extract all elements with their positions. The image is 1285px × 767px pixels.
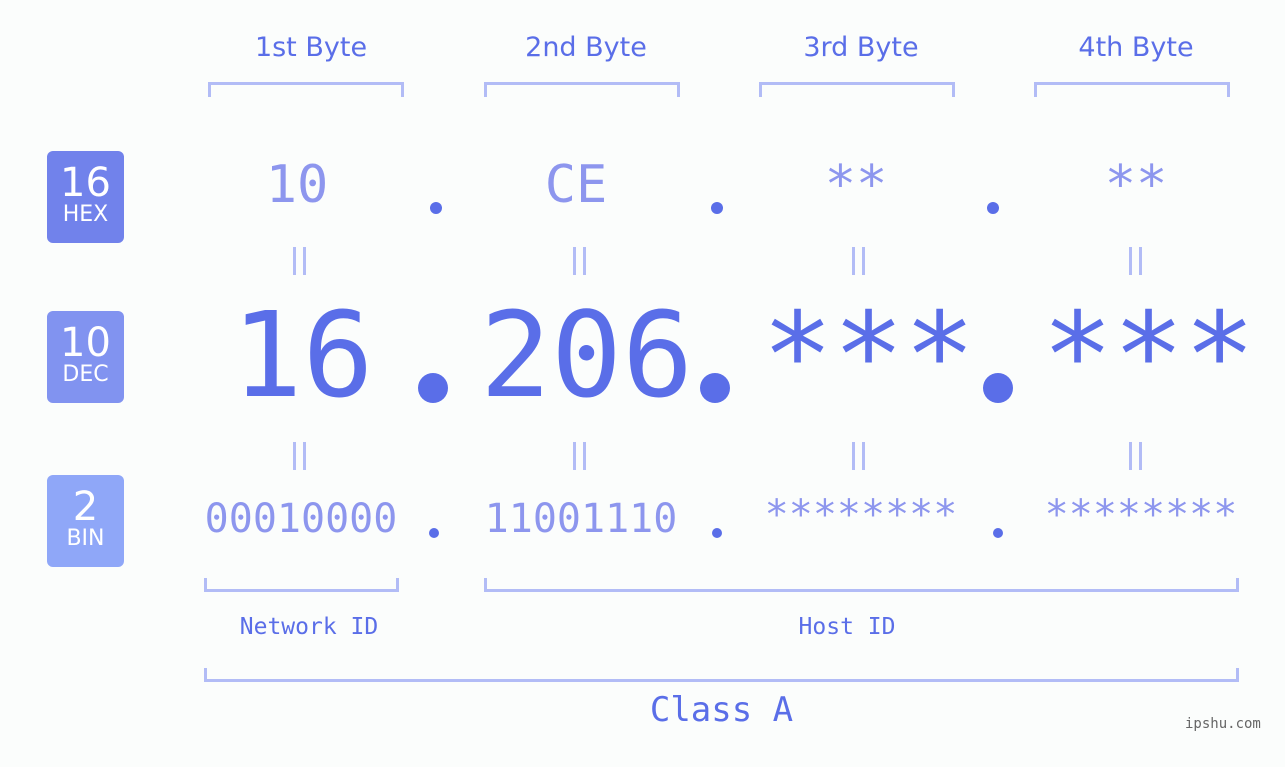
dec-byte-3: *** [762, 286, 976, 424]
class-bracket [204, 668, 1239, 682]
class-label: Class A [649, 690, 794, 730]
bin-badge-label: BIN [66, 526, 105, 551]
equals-icon [573, 442, 587, 470]
top-bracket-1 [208, 82, 404, 97]
equals-icon [852, 247, 866, 275]
host-id-label: Host ID [798, 614, 896, 640]
bin-badge: 2 BIN [47, 475, 124, 567]
equals-icon [293, 247, 307, 275]
byte-header-1: 1st Byte [254, 32, 368, 63]
hex-separator-dot [430, 202, 442, 214]
hex-byte-2: CE [544, 155, 608, 215]
byte-header-3: 3rd Byte [803, 32, 919, 63]
byte-header-2: 2nd Byte [525, 32, 647, 63]
top-bracket-3 [759, 82, 955, 97]
dec-badge: 10 DEC [47, 311, 124, 403]
network-id-bracket [204, 578, 399, 592]
hex-badge: 16 HEX [47, 151, 124, 243]
dec-byte-1: 16 [231, 286, 374, 424]
bin-byte-3: ******** [764, 492, 958, 538]
hex-byte-4: ** [1104, 155, 1168, 215]
bin-separator-dot [712, 528, 722, 538]
bin-byte-4: ******** [1044, 492, 1238, 538]
equals-icon [293, 442, 307, 470]
network-id-label: Network ID [239, 614, 379, 640]
top-bracket-2 [484, 82, 680, 97]
equals-icon [1129, 442, 1143, 470]
hex-badge-number: 16 [60, 160, 111, 206]
equals-icon [852, 442, 866, 470]
bin-byte-1: 00010000 [204, 496, 398, 542]
dec-separator-dot [700, 373, 730, 403]
equals-icon [573, 247, 587, 275]
dec-byte-2: 206 [480, 286, 694, 424]
hex-byte-1: 10 [265, 155, 329, 215]
hex-badge-label: HEX [62, 202, 109, 227]
hex-separator-dot [711, 202, 723, 214]
dec-byte-4: *** [1042, 286, 1256, 424]
dec-badge-label: DEC [62, 362, 109, 387]
dec-badge-number: 10 [60, 320, 111, 366]
byte-header-4: 4th Byte [1078, 32, 1194, 63]
top-bracket-4 [1034, 82, 1230, 97]
dec-separator-dot [983, 373, 1013, 403]
bin-separator-dot [993, 528, 1003, 538]
hex-separator-dot [987, 202, 999, 214]
dec-separator-dot [418, 373, 448, 403]
hex-byte-3: ** [824, 155, 888, 215]
watermark: ipshu.com [1185, 716, 1261, 732]
bin-separator-dot [429, 528, 439, 538]
bin-badge-number: 2 [72, 484, 99, 530]
bin-byte-2: 11001110 [484, 496, 678, 542]
host-id-bracket [484, 578, 1239, 592]
equals-icon [1129, 247, 1143, 275]
